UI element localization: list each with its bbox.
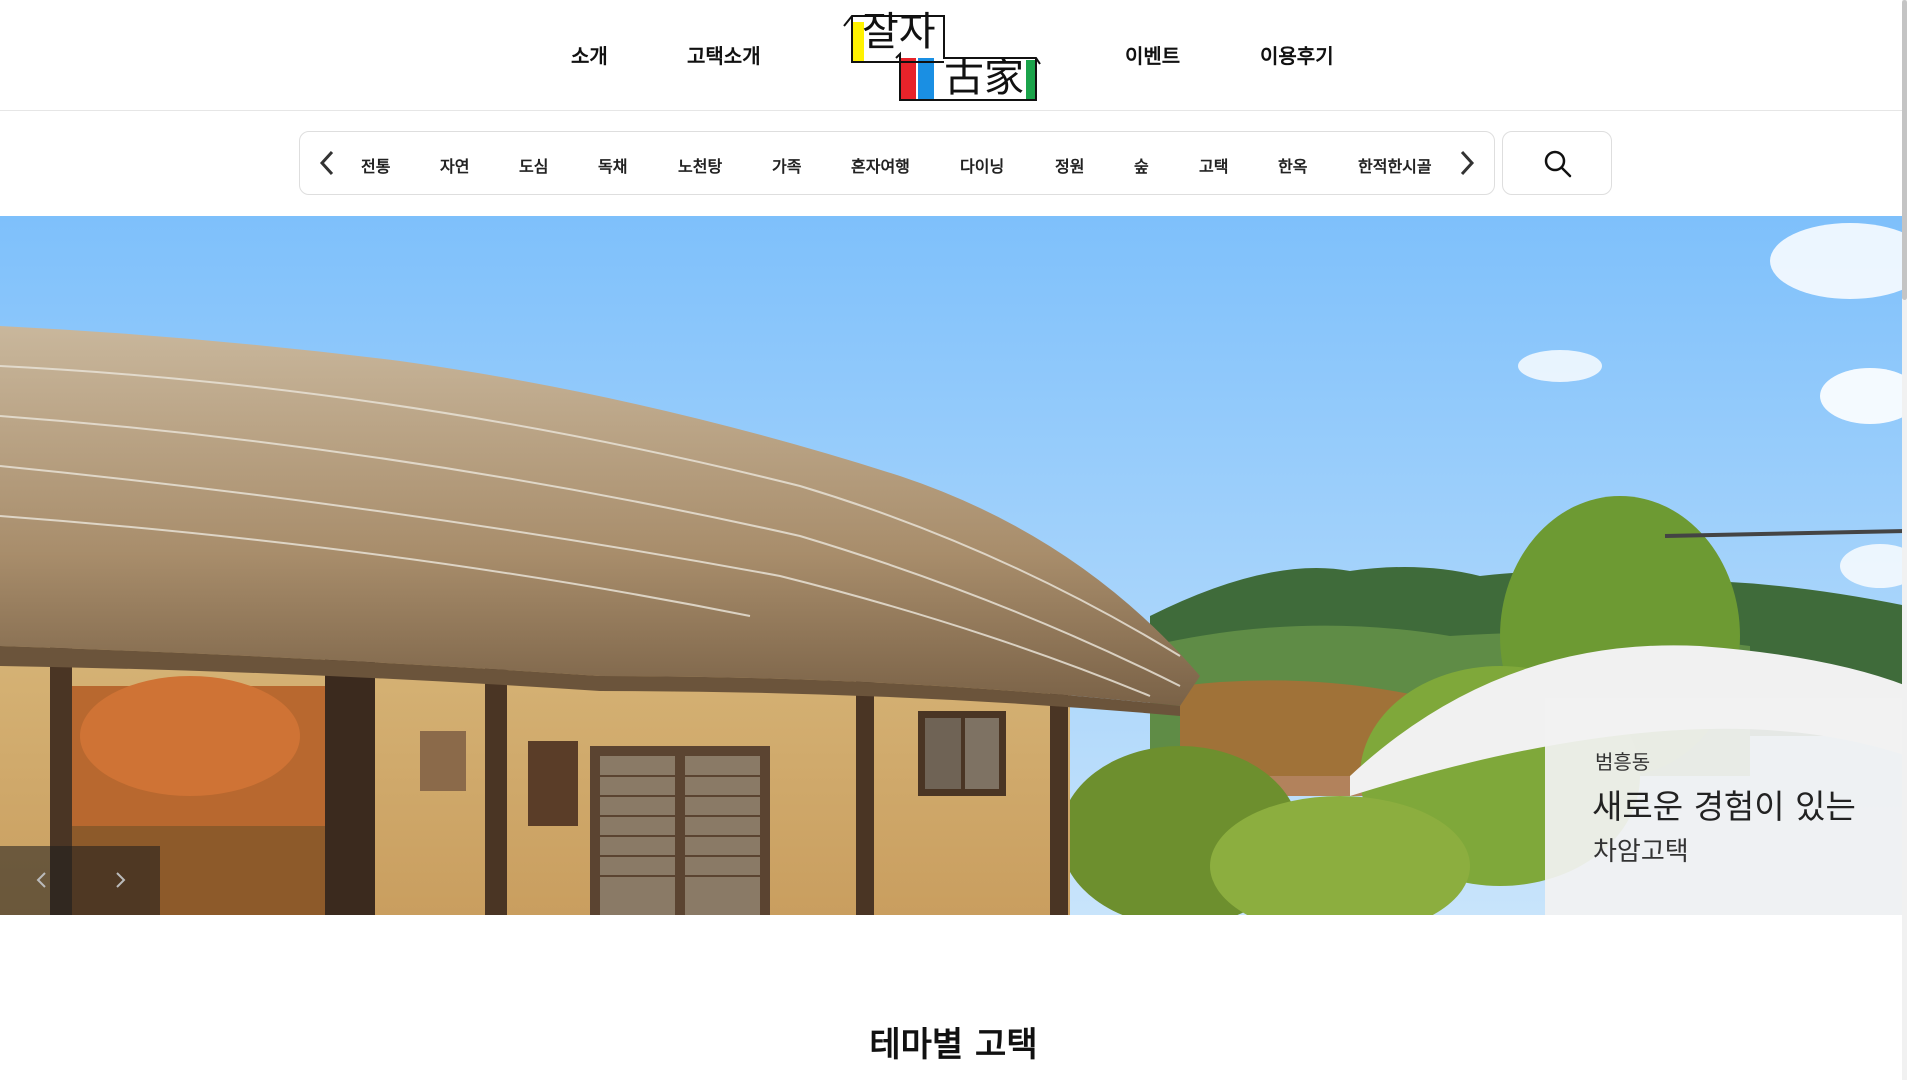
hero-controls: [0, 846, 160, 915]
nav-houses[interactable]: 고택소개: [687, 40, 761, 69]
hero-title: 새로운 경험이 있는: [1592, 787, 1856, 826]
category-countryside[interactable]: 한적한시골: [1358, 153, 1432, 177]
site-header: 소개 고택소개 잘자 古家 이벤트 이용후기: [0, 0, 1907, 111]
chevron-right-icon[interactable]: [108, 868, 132, 892]
scrollbar-thumb[interactable]: [1902, 0, 1907, 300]
site-logo[interactable]: 잘자 古家: [840, 8, 1048, 102]
category-forest[interactable]: 숲: [1134, 153, 1149, 177]
hero-caption[interactable]: 범흥동 새로운 경험이 있는 차암고택: [1545, 698, 1907, 915]
logo-text-bottom: 古家: [944, 55, 1024, 101]
category-outdoor-bath[interactable]: 노천탕: [678, 153, 722, 177]
search-icon: [1544, 150, 1572, 178]
category-nature[interactable]: 자연: [440, 153, 469, 177]
nav-event[interactable]: 이벤트: [1125, 40, 1180, 69]
scrollbar[interactable]: [1902, 0, 1907, 1080]
nav-reviews[interactable]: 이용후기: [1260, 40, 1334, 69]
category-old-house[interactable]: 고택: [1199, 153, 1228, 177]
section-title: 테마별 고택: [869, 1025, 1038, 1065]
chevron-left-icon[interactable]: [312, 146, 342, 180]
chevron-left-icon[interactable]: [30, 868, 54, 892]
category-hanok[interactable]: 한옥: [1278, 153, 1307, 177]
chevron-right-icon[interactable]: [1452, 146, 1482, 180]
category-family[interactable]: 가족: [772, 153, 801, 177]
hero-location: 범흥동: [1595, 750, 1651, 774]
hero-slider: 범흥동 새로운 경험이 있는 차암고택: [0, 216, 1907, 915]
category-downtown[interactable]: 도심: [519, 153, 548, 177]
category-traditional[interactable]: 전통: [361, 153, 390, 177]
search-button[interactable]: [1502, 131, 1612, 195]
category-garden[interactable]: 정원: [1055, 153, 1084, 177]
category-bar: 전통 자연 도심 독채 노천탕 가족 혼자여행 다이닝 정원 숲 고택 한옥 한…: [299, 131, 1495, 195]
category-solo-travel[interactable]: 혼자여행: [851, 153, 910, 177]
hero-subtitle: 차암고택: [1593, 837, 1689, 867]
nav-about[interactable]: 소개: [571, 40, 608, 69]
category-dining[interactable]: 다이닝: [960, 153, 1004, 177]
category-private-house[interactable]: 독채: [598, 153, 627, 177]
logo-text-top: 잘자: [862, 9, 936, 55]
